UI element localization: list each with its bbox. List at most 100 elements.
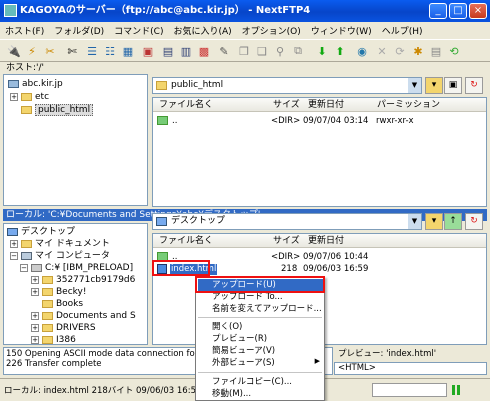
chevron-down-icon[interactable]: ▼ xyxy=(408,214,421,229)
tree-item-etc[interactable]: + etc xyxy=(10,91,49,103)
menu-host[interactable]: ホスト(F) xyxy=(0,22,49,39)
tree-item-label: マイ ドキュメント xyxy=(35,239,110,249)
tree-item-folder[interactable]: + Becky! xyxy=(31,286,87,298)
new-folder-icon[interactable]: ✱ xyxy=(410,43,426,59)
menu-options[interactable]: オプション(O) xyxy=(237,22,306,39)
folder-icon xyxy=(42,275,53,284)
col-filename[interactable]: ファイル名く xyxy=(159,234,213,248)
menu-upload-rename[interactable]: 名前を変えてアップロード... xyxy=(198,303,324,315)
menu-move[interactable]: 移動(M)... xyxy=(198,388,324,400)
properties-icon[interactable]: ▤ xyxy=(428,43,444,59)
col-permission[interactable]: パーミッション xyxy=(377,98,440,112)
download-icon[interactable]: ⬇ xyxy=(314,43,330,59)
view-list-icon[interactable]: ☰ xyxy=(84,43,100,59)
expand-icon[interactable]: + xyxy=(31,275,39,284)
tree-item-folder[interactable]: +352771cb9179d6 xyxy=(31,274,135,286)
tree-item-public-html[interactable]: public_html xyxy=(21,104,94,116)
collapse-icon[interactable]: − xyxy=(20,263,28,272)
disconnect-icon[interactable]: ✂ xyxy=(42,43,58,59)
menu-folder[interactable]: フォルダ(D) xyxy=(49,22,109,39)
menu-window[interactable]: ウィンドウ(W) xyxy=(306,22,377,39)
submenu-arrow-icon: ▶ xyxy=(314,357,320,365)
toolbar: 🔌 ⚡ ✂ ✄ ☰ ☷ ▦ ▣ ▤ ▥ ▩ ✎ ❐ ❑ ⚲ ⧉ ⬇ ⬆ ◉ ✕ … xyxy=(0,39,490,61)
expand-icon[interactable]: + xyxy=(31,335,39,344)
folder-open-button[interactable]: ▾ xyxy=(425,213,443,230)
up-folder-button[interactable]: ↑ xyxy=(444,213,462,230)
paste-icon[interactable]: ❑ xyxy=(254,43,270,59)
cut-icon[interactable]: ✄ xyxy=(64,43,80,59)
connect-icon[interactable]: 🔌 xyxy=(6,43,22,59)
edit-icon[interactable]: ✎ xyxy=(216,43,232,59)
menu-command[interactable]: コマンド(C) xyxy=(109,22,168,39)
host-label: ホスト:'/' xyxy=(0,61,490,74)
col-size[interactable]: サイズ xyxy=(273,98,300,112)
refresh-remote-button[interactable]: ↻ xyxy=(465,77,483,94)
menu-help[interactable]: ヘルプ(H) xyxy=(377,22,428,39)
tree-item-folder[interactable]: + I386 xyxy=(31,334,76,345)
collapse-icon[interactable]: − xyxy=(10,251,18,260)
refresh-local-button[interactable]: ↻ xyxy=(465,213,483,230)
rename-icon[interactable]: ⟳ xyxy=(392,43,408,59)
minimize-button[interactable]: _ xyxy=(429,3,447,19)
expand-icon[interactable]: + xyxy=(31,287,39,296)
window-icon[interactable]: ▥ xyxy=(178,43,194,59)
folder-open-button[interactable]: ▾ xyxy=(425,77,443,94)
copy-icon[interactable]: ❐ xyxy=(236,43,252,59)
desktop-icon xyxy=(156,217,167,226)
tree-item-label: abc.kir.jp xyxy=(22,79,63,89)
tree-item-my-computer[interactable]: − マイ コンピュータ xyxy=(10,250,110,262)
view-icon-icon[interactable]: ▦ xyxy=(120,43,136,59)
search-icon[interactable]: ⚲ xyxy=(272,43,288,59)
col-size[interactable]: サイズ xyxy=(273,234,300,248)
tree-item-label: I386 xyxy=(56,335,76,345)
expand-icon[interactable]: + xyxy=(31,311,39,320)
folder-icon xyxy=(42,323,53,332)
upload-icon[interactable]: ⬆ xyxy=(332,43,348,59)
folder-icon xyxy=(21,239,32,248)
menu-file-copy[interactable]: ファイルコピー(C)... xyxy=(198,376,324,388)
filter-icon[interactable]: ⧉ xyxy=(290,43,306,59)
tree-item-folder[interactable]: + DRIVERS xyxy=(31,322,96,334)
menu-favorites[interactable]: お気に入り(A) xyxy=(168,22,236,39)
view-button[interactable]: ▣ xyxy=(444,77,462,94)
menu-open[interactable]: 開く(O) xyxy=(198,321,324,333)
tree-item-folder[interactable]: Books xyxy=(42,298,83,310)
col-date[interactable]: 更新日付 xyxy=(308,234,344,248)
tree-item-c-drive[interactable]: − C:¥ [IBM_PRELOAD] xyxy=(20,262,133,274)
menu-bar: ホスト(F) フォルダ(D) コマンド(C) お気に入り(A) オプション(O)… xyxy=(0,22,490,39)
delete-icon[interactable]: ✕ xyxy=(374,43,390,59)
menu-external-viewer[interactable]: 外部ビューア(S) xyxy=(198,357,324,369)
tree-item-root[interactable]: abc.kir.jp xyxy=(8,78,63,90)
tree-item-desktop[interactable]: デスクトップ xyxy=(7,226,75,238)
menu-preview[interactable]: プレビュー(R) xyxy=(198,333,324,345)
tree-item-label: C:¥ [IBM_PRELOAD] xyxy=(45,263,134,273)
chevron-down-icon[interactable]: ▼ xyxy=(408,78,421,93)
expand-icon[interactable]: + xyxy=(10,239,18,248)
refresh-icon[interactable]: ⟲ xyxy=(446,43,462,59)
col-filename[interactable]: ファイル名く xyxy=(159,98,213,112)
expand-icon[interactable]: + xyxy=(10,92,18,101)
tree-item-label: etc xyxy=(35,92,50,102)
file-size: <DIR> xyxy=(271,116,301,126)
menu-simple-viewer[interactable]: 簡易ビューア(V) xyxy=(198,345,324,357)
tree-item-my-documents[interactable]: + マイ ドキュメント xyxy=(10,238,110,250)
close-button[interactable]: × xyxy=(469,3,487,19)
menu-separator xyxy=(198,372,322,373)
file-size: 218 xyxy=(281,264,298,274)
maximize-button[interactable]: □ xyxy=(449,3,467,19)
tree-item-folder[interactable]: + Documents and S xyxy=(31,310,136,322)
bookmark-icon[interactable]: ▣ xyxy=(140,43,156,59)
grid-icon[interactable]: ▩ xyxy=(196,43,212,59)
book-icon[interactable]: ▤ xyxy=(160,43,176,59)
status-indicator xyxy=(457,385,460,395)
sync-icon[interactable]: ◉ xyxy=(354,43,370,59)
view-detail-icon[interactable]: ☷ xyxy=(102,43,118,59)
expand-icon[interactable]: + xyxy=(31,323,39,332)
col-date[interactable]: 更新日付 xyxy=(308,98,344,112)
file-date: 09/07/06 10:44 xyxy=(303,252,369,262)
table-row[interactable]: .. <DIR> 09/07/04 03:14 rwxr-xr-x xyxy=(153,116,486,127)
quick-connect-icon[interactable]: ⚡ xyxy=(24,43,40,59)
remote-path-box[interactable]: public_html ▼ xyxy=(152,77,422,94)
context-menu: アップロード(U) アップロード To... 名前を変えてアップロード... 開… xyxy=(195,276,325,401)
local-path-box[interactable]: デスクトップ ▼ xyxy=(152,213,422,230)
